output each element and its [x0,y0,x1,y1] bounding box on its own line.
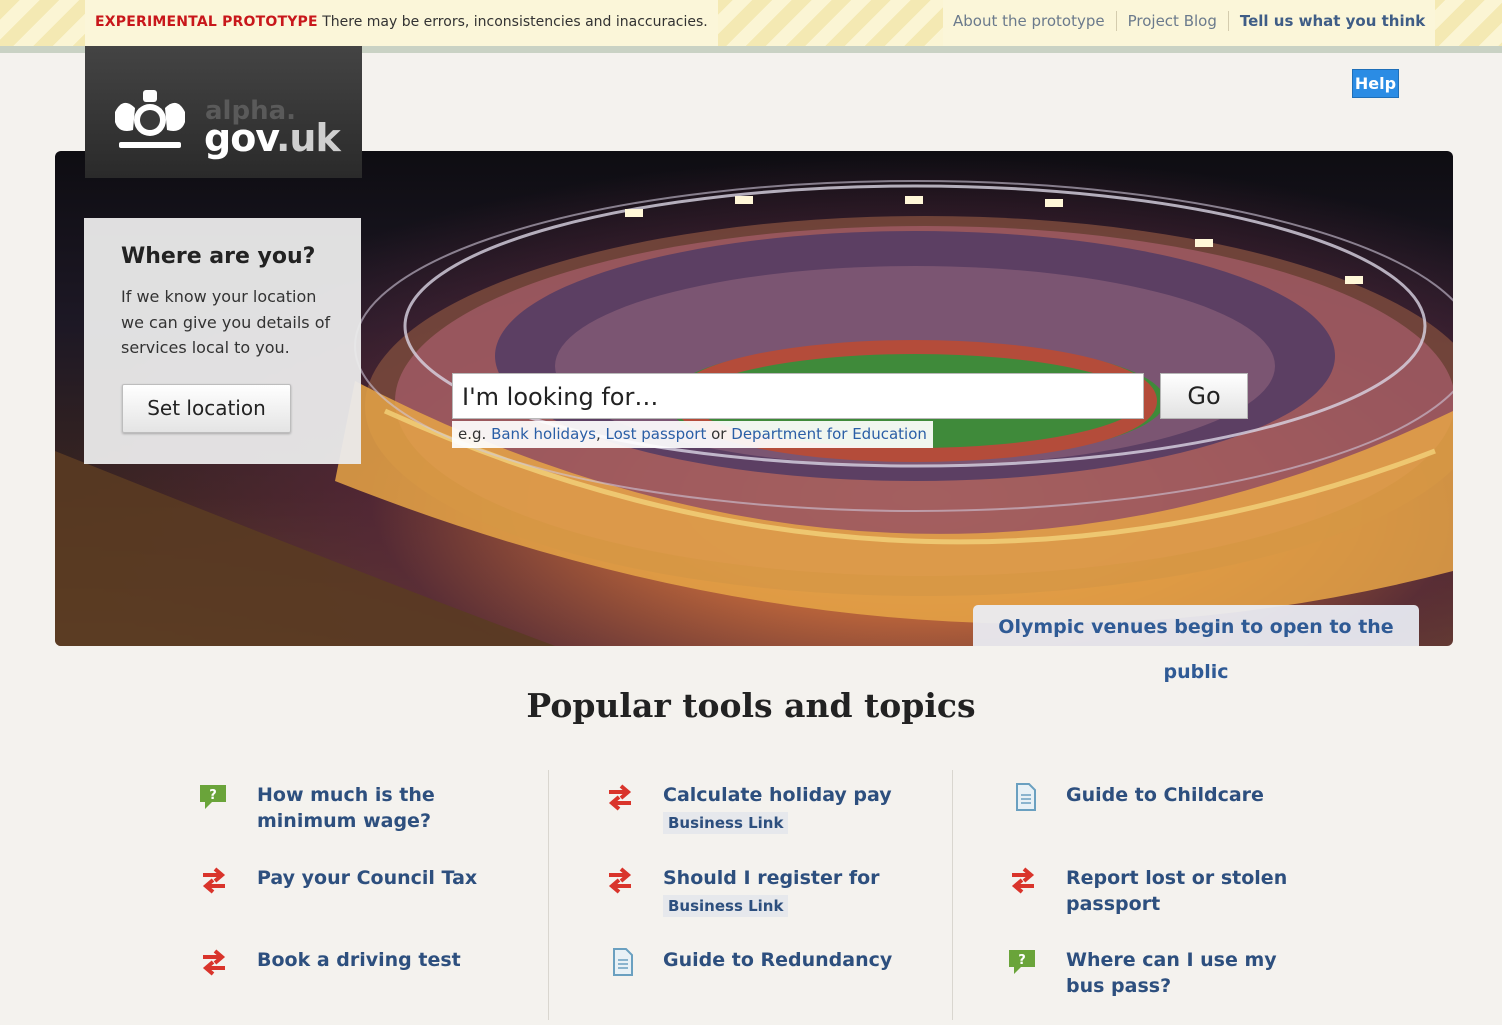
popular-item-label: Calculate holiday pay [663,784,892,806]
help-button[interactable]: Help [1352,69,1399,98]
speech-bubble-icon: ? [1009,950,1035,974]
popular-heading: Popular tools and topics [526,686,976,725]
business-link-badge: Business Link [663,812,789,834]
popular-item-label: Report lost or stolen passport [1066,867,1288,915]
banner-links: About the prototype Project Blog Tell us… [943,0,1436,46]
search-input[interactable]: I'm looking for… [452,373,1144,419]
document-icon [613,948,633,976]
popular-item-label: How much is the minimum wage? [257,784,435,832]
search-go-button[interactable]: Go [1160,373,1248,419]
column-divider [548,770,549,1020]
location-panel: Where are you? If we know your location … [84,218,361,464]
uk-label: .uk [275,116,341,160]
feedback-link[interactable]: Tell us what you think [1240,0,1425,46]
divider [1227,11,1229,31]
exchange-arrows-icon [608,867,632,894]
royal-crest-icon [115,90,185,148]
svg-text:?: ? [209,788,217,803]
alpha-gov-uk-logo[interactable]: alpha. gov.uk [85,46,362,178]
popular-item-label: Book a driving test [257,949,461,971]
example-bank-holidays-link[interactable]: Bank holidays [491,425,596,443]
exchange-arrows-icon [1011,867,1035,894]
svg-text:?: ? [1018,953,1026,968]
exchange-arrows-icon [202,867,226,894]
popular-item-label: Guide to Childcare [1066,784,1264,806]
business-link-badge: Business Link [663,895,789,917]
hero-caption-link[interactable]: Olympic venues begin to open to the publ… [973,605,1419,683]
location-description: If we know your location we can give you… [121,287,331,357]
warning-text: There may be errors, inconsistencies and… [322,14,708,30]
speech-bubble-icon: ? [200,785,226,809]
example-dfe-link[interactable]: Department for Education [731,425,927,443]
examples-or: or [711,425,727,443]
gov-uk-wordmark: gov.uk [204,116,341,160]
examples-prefix: e.g. [458,425,487,443]
popular-item-label: Where can I use my bus pass? [1066,949,1277,997]
set-location-button[interactable]: Set location [122,384,291,433]
project-blog-link[interactable]: Project Blog [1128,0,1217,46]
examples-separator: , [595,425,601,443]
search-examples: e.g. Bank holidays, Lost passport or Dep… [452,421,933,448]
about-prototype-link[interactable]: About the prototype [953,0,1105,46]
exchange-arrows-icon [202,949,226,976]
experimental-label: EXPERIMENTAL PROTOTYPE [95,14,318,30]
popular-item-label: Pay your Council Tax [257,867,478,889]
example-lost-passport-link[interactable]: Lost passport [606,425,707,443]
divider [1115,11,1117,31]
popular-item-label: Guide to Redundancy [663,949,893,971]
column-divider [952,770,953,1020]
prototype-warning: EXPERIMENTAL PROTOTYPE There may be erro… [85,0,718,46]
location-heading: Where are you? [121,244,316,269]
document-icon [1016,783,1036,811]
gov-label: gov [204,116,277,160]
exchange-arrows-icon [608,784,632,811]
